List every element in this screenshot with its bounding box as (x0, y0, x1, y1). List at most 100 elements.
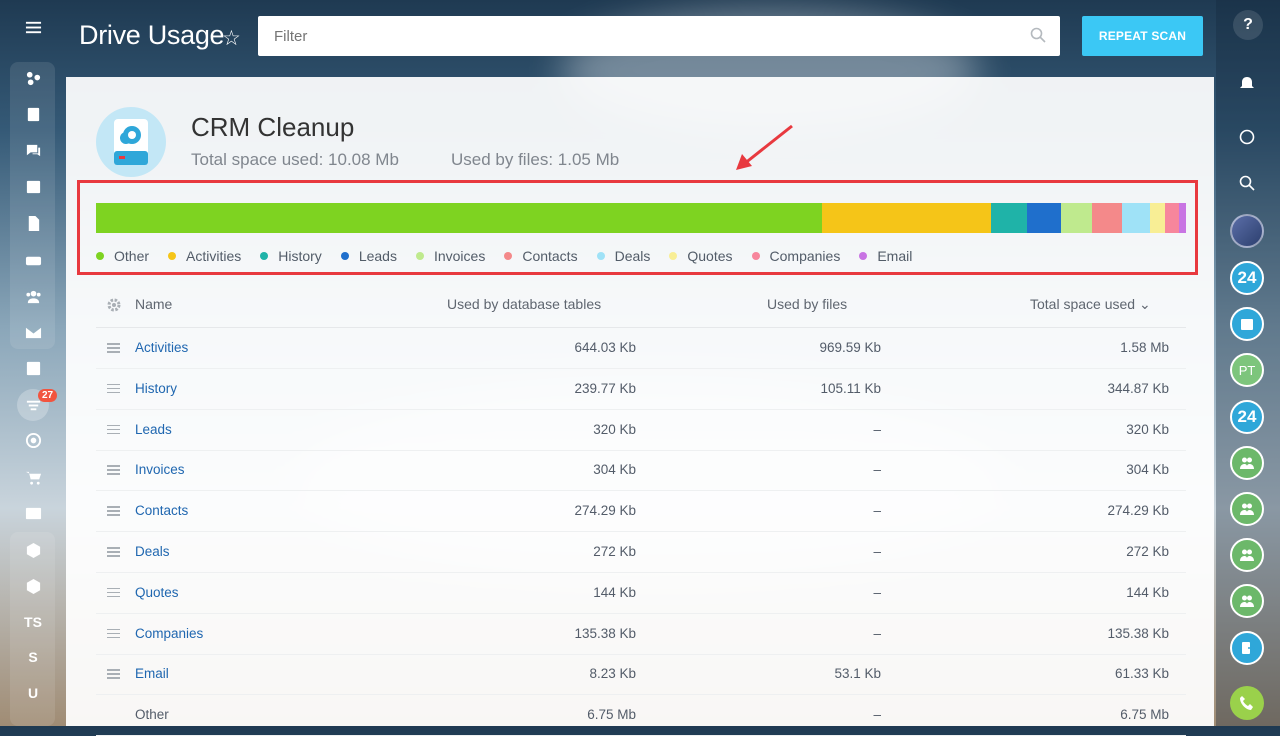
usage-segment-companies[interactable] (1165, 203, 1180, 233)
row-name-link[interactable]: Leads (135, 422, 172, 437)
row-name-link[interactable]: Companies (135, 626, 203, 641)
target-icon[interactable] (18, 425, 48, 455)
legend-item-companies[interactable]: Companies (751, 248, 840, 264)
drag-handle-icon[interactable] (107, 506, 120, 516)
notifications-icon[interactable] (1230, 67, 1264, 101)
usage-segment-other[interactable] (96, 203, 822, 233)
table-row: Leads 320 Kb – 320 Kb (96, 410, 1186, 451)
tasks-list-icon[interactable] (18, 99, 48, 129)
row-name-link[interactable]: Email (135, 666, 169, 681)
group-chat-icon[interactable] (1230, 492, 1264, 526)
row-files-size: – (873, 421, 881, 437)
right-search-icon[interactable] (1230, 166, 1264, 200)
row-name-link[interactable]: Activities (135, 340, 188, 355)
usage-segment-history[interactable] (991, 203, 1028, 233)
annotation-arrow (736, 124, 793, 170)
drag-handle-icon[interactable] (107, 547, 120, 557)
cart-icon[interactable] (18, 462, 48, 492)
row-name-link[interactable]: Invoices (135, 462, 185, 477)
drag-handle-icon[interactable] (107, 628, 120, 639)
legend-item-deals[interactable]: Deals (596, 248, 651, 264)
legend-item-quotes[interactable]: Quotes (669, 248, 733, 264)
usage-bar (96, 203, 1186, 233)
usage-segment-email[interactable] (1179, 203, 1186, 233)
usage-segment-leads[interactable] (1027, 203, 1061, 233)
box-icon[interactable] (18, 571, 48, 601)
legend-label: Deals (614, 248, 651, 264)
search-icon[interactable] (1030, 27, 1046, 43)
pt-avatar[interactable]: PT (1230, 353, 1264, 387)
legend-item-leads[interactable]: Leads (340, 248, 397, 264)
favorite-star-icon[interactable]: ☆ (222, 26, 241, 51)
usage-segment-activities[interactable] (821, 203, 992, 233)
repeat-scan-button[interactable]: REPEAT SCAN (1082, 16, 1203, 56)
row-name-link[interactable]: Contacts (135, 503, 188, 518)
drag-handle-icon[interactable] (107, 383, 120, 394)
page-title: Drive Usage (79, 20, 225, 50)
usage-segment-invoices[interactable] (1060, 203, 1093, 233)
drag-handle-icon[interactable] (107, 465, 120, 475)
messenger-icon[interactable] (1230, 120, 1264, 154)
usage-segment-quotes[interactable] (1150, 203, 1166, 233)
row-db-size: 239.77 Kb (574, 380, 636, 396)
row-files-size: 969.59 Kb (819, 340, 881, 355)
legend-label: Quotes (687, 248, 733, 264)
menu-icon[interactable] (18, 12, 48, 42)
legend-item-activities[interactable]: Activities (168, 248, 241, 264)
drive-icon[interactable] (18, 245, 48, 275)
usage-segment-deals[interactable] (1121, 203, 1151, 233)
legend-item-contacts[interactable]: Contacts (504, 248, 578, 264)
legend-dot (859, 252, 868, 260)
mail-icon[interactable] (18, 317, 48, 347)
row-name-link[interactable]: Deals (135, 544, 170, 559)
contact-card-icon[interactable] (18, 498, 48, 528)
table-row: Deals 272 Kb – 272 Kb (96, 532, 1186, 573)
row-db-size: 6.75 Mb (587, 707, 636, 723)
transfer-icon[interactable] (1230, 631, 1264, 665)
legend-item-email[interactable]: Email (859, 248, 912, 264)
bitrix24-chat-2[interactable]: 24 (1230, 400, 1264, 434)
legend-item-other[interactable]: Other (96, 248, 149, 264)
row-name-link[interactable]: History (135, 381, 177, 396)
legend-dot (168, 252, 177, 260)
drag-handle-icon[interactable] (107, 343, 120, 353)
row-files-size: 105.11 Kb (820, 380, 881, 396)
sidebar-item-ts[interactable]: TS (18, 607, 48, 637)
chat-icon[interactable] (18, 135, 48, 165)
column-files[interactable]: Used by files (767, 296, 847, 312)
row-name-link[interactable]: Quotes (135, 585, 179, 600)
drag-handle-icon[interactable] (107, 669, 120, 679)
group-chat-icon[interactable] (1230, 538, 1264, 572)
filter-input[interactable] (258, 16, 1060, 56)
usage-segment-contacts[interactable] (1092, 203, 1122, 233)
employees-icon[interactable] (18, 281, 48, 311)
column-name[interactable]: Name (135, 296, 172, 312)
group-chat-icon[interactable] (1230, 446, 1264, 480)
gear-icon[interactable] (106, 297, 122, 313)
checklist-icon[interactable] (18, 353, 48, 383)
drag-handle-icon[interactable] (107, 424, 120, 435)
drag-handle-icon[interactable] (107, 587, 120, 598)
group-chat-icon[interactable] (1230, 584, 1264, 618)
row-db-size: 644.03 Kb (574, 340, 636, 355)
legend-item-history[interactable]: History (260, 248, 322, 264)
total-space-used: Total space used: 10.08 Mb (191, 150, 399, 169)
legend-item-invoices[interactable]: Invoices (415, 248, 485, 264)
bitrix24-chat[interactable]: 24 (1230, 261, 1264, 295)
calendar-icon[interactable] (18, 171, 48, 201)
calendar-chat-icon[interactable] (1230, 307, 1264, 341)
row-files-size: – (873, 544, 881, 559)
box-icon[interactable] (18, 535, 48, 565)
feed-icon[interactable] (18, 63, 48, 93)
sidebar-item-u[interactable]: U (18, 678, 48, 708)
column-total-space[interactable]: Total space used ⌄ (1030, 296, 1151, 313)
row-files-size: – (873, 462, 881, 478)
column-db-tables[interactable]: Used by database tables (447, 296, 601, 312)
phone-icon[interactable] (1230, 686, 1264, 720)
drive-cleanup-icon (96, 107, 166, 177)
help-icon[interactable]: ? (1233, 10, 1263, 40)
document-icon[interactable] (18, 208, 48, 238)
user-avatar[interactable] (1230, 214, 1264, 248)
legend-dot (669, 252, 678, 260)
sidebar-item-s[interactable]: S (18, 642, 48, 672)
